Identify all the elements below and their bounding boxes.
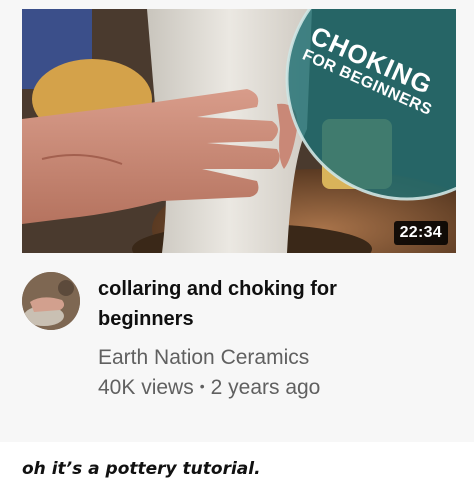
video-thumbnail[interactable]: CHOKING FOR BEGINNERS 22:34 [22,9,456,253]
view-count: 40K views [98,376,194,399]
video-card[interactable]: CHOKING FOR BEGINNERS 22:34 collaring an… [0,0,474,442]
channel-avatar[interactable] [22,272,80,330]
video-title[interactable]: collaring and choking for beginners [98,274,438,334]
video-metadata: collaring and choking for beginners Eart… [22,270,456,420]
separator-dot: • [199,378,205,394]
caption-text: oh it’s a pottery tutorial. [22,459,261,479]
video-stats: 40K views • 2 years ago [98,376,320,400]
duration-badge: 22:34 [393,221,448,245]
upload-age: 2 years ago [210,376,321,399]
channel-name[interactable]: Earth Nation Ceramics [98,346,309,370]
avatar-image [22,272,80,330]
